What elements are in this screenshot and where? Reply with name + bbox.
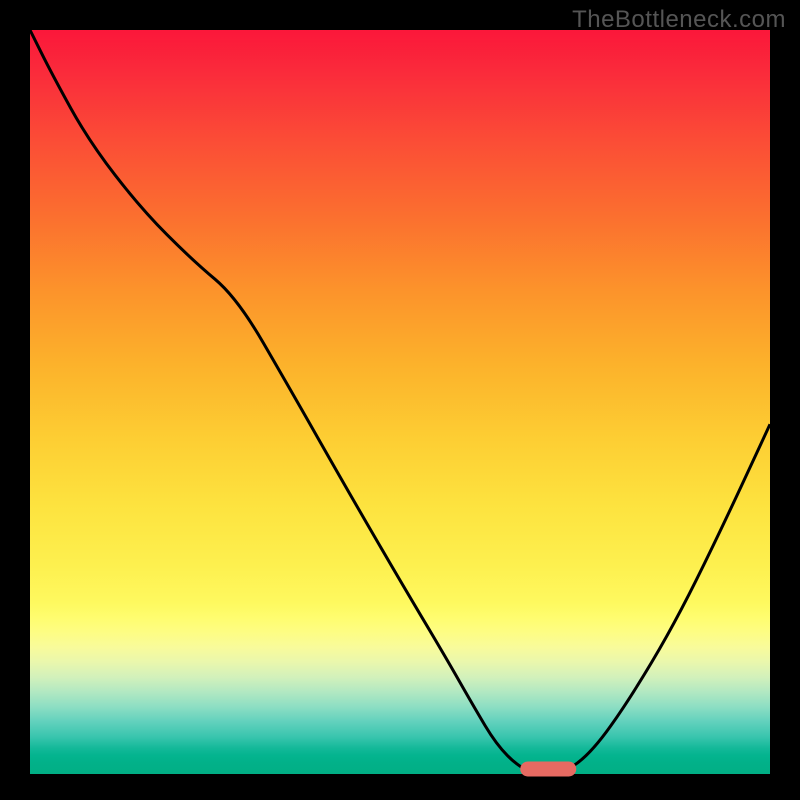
curve-layer [30, 30, 770, 774]
chart-frame: TheBottleneck.com [0, 0, 800, 800]
bottleneck-curve [30, 30, 770, 774]
watermark-text: TheBottleneck.com [572, 6, 786, 34]
plot-area [30, 30, 770, 774]
optimal-marker [520, 762, 576, 777]
